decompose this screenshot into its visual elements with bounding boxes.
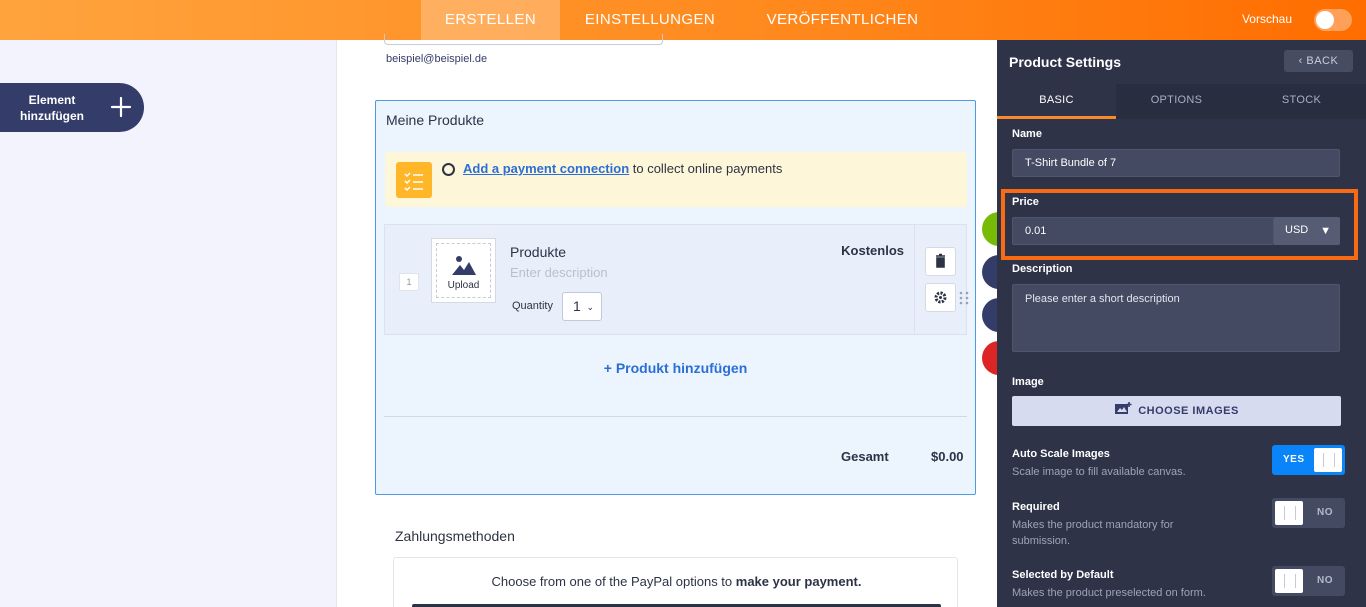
gear-icon bbox=[934, 291, 947, 304]
chevron-left-icon: ‹ bbox=[1298, 55, 1303, 67]
auto-scale-toggle[interactable]: YES bbox=[1272, 445, 1345, 475]
product-actions bbox=[915, 224, 967, 335]
add-product-link[interactable]: + Produkt hinzufügen bbox=[376, 360, 975, 376]
product-settings-panel: Product Settings ‹ BACK BASIC OPTIONS ST… bbox=[997, 40, 1366, 607]
add-payment-connection-link[interactable]: Add a payment connection bbox=[463, 161, 629, 176]
tab-stock[interactable]: STOCK bbox=[1237, 84, 1366, 119]
quantity-label: Quantity bbox=[512, 300, 553, 312]
selected-default-toggle[interactable]: NO bbox=[1272, 566, 1345, 596]
payment-methods-box: Choose from one of the PayPal options to… bbox=[393, 557, 958, 607]
back-button[interactable]: ‹ BACK bbox=[1284, 50, 1353, 72]
preview-label: Vorschau bbox=[1241, 12, 1292, 26]
email-hint: beispiel@beispiel.de bbox=[386, 53, 488, 65]
drag-handle-icon[interactable] bbox=[959, 291, 969, 305]
top-navigation-bar: ERSTELLEN EINSTELLUNGEN VERÖFFENTLICHEN … bbox=[0, 0, 1366, 40]
divider bbox=[384, 416, 967, 417]
product-item-row[interactable]: 1 Upload Produkte Enter description Quan… bbox=[384, 224, 915, 335]
name-input[interactable]: T-Shirt Bundle of 7 bbox=[1012, 149, 1340, 177]
image-label: Image bbox=[1012, 376, 1044, 388]
description-label: Description bbox=[1012, 263, 1073, 275]
product-description[interactable]: Enter description bbox=[510, 265, 608, 280]
choose-images-button[interactable]: CHOOSE IMAGES bbox=[1012, 396, 1341, 426]
quantity-select[interactable]: 1 ⌄ bbox=[562, 292, 602, 321]
selected-default-desc: Makes the product preselected on form. bbox=[1012, 587, 1206, 599]
payment-methods-title: Zahlungsmethoden bbox=[395, 528, 515, 544]
add-element-label: Element hinzufügen bbox=[20, 93, 84, 123]
name-label: Name bbox=[1012, 128, 1042, 140]
tab-basic[interactable]: BASIC bbox=[997, 84, 1116, 119]
image-icon bbox=[452, 256, 476, 275]
preview-toggle[interactable] bbox=[1314, 9, 1352, 31]
auto-scale-title: Auto Scale Images bbox=[1012, 448, 1110, 460]
product-price: Kostenlos bbox=[841, 243, 904, 258]
delete-product-button[interactable] bbox=[925, 247, 956, 276]
images-icon bbox=[1115, 402, 1132, 414]
required-toggle[interactable]: NO bbox=[1272, 498, 1345, 528]
toggle-knob bbox=[1316, 11, 1334, 29]
selected-default-title: Selected by Default bbox=[1012, 569, 1114, 581]
quantity-value: 1 bbox=[573, 298, 581, 314]
product-list-block[interactable]: Meine Produkte Add a payment connection … bbox=[375, 100, 976, 495]
back-label: BACK bbox=[1306, 55, 1339, 67]
upload-label: Upload bbox=[447, 280, 480, 291]
payment-text-pre: Choose from one of the PayPal options to bbox=[491, 574, 736, 589]
add-element-button[interactable]: Element hinzufügen bbox=[0, 83, 144, 132]
payment-text-bold: make your payment. bbox=[735, 574, 862, 589]
choose-images-label: CHOOSE IMAGES bbox=[1138, 405, 1239, 417]
item-number: 1 bbox=[399, 273, 419, 291]
notice-text: Add a payment connection to collect onli… bbox=[463, 161, 782, 176]
product-settings-button[interactable] bbox=[925, 283, 956, 312]
products-title: Meine Produkte bbox=[386, 112, 485, 128]
product-image-upload[interactable]: Upload bbox=[431, 238, 496, 303]
panel-title: Product Settings bbox=[1009, 54, 1122, 70]
payment-notice: Add a payment connection to collect onli… bbox=[385, 152, 967, 207]
required-title: Required bbox=[1012, 501, 1060, 513]
selected-default-state: NO bbox=[1317, 575, 1333, 586]
price-highlight-box bbox=[1001, 189, 1358, 260]
tab-options[interactable]: OPTIONS bbox=[1116, 84, 1237, 119]
notice-radio[interactable] bbox=[442, 163, 455, 176]
description-textarea[interactable]: Please enter a short description bbox=[1012, 284, 1340, 352]
total-value: $0.00 bbox=[931, 449, 964, 464]
tab-veroeffentlichen[interactable]: VERÖFFENTLICHEN bbox=[751, 0, 934, 40]
toggle-handle bbox=[1275, 501, 1303, 525]
notice-suffix: to collect online payments bbox=[629, 161, 783, 176]
trash-icon bbox=[936, 253, 945, 268]
toggle-handle bbox=[1275, 569, 1303, 593]
payment-text: Choose from one of the PayPal options to… bbox=[394, 574, 959, 589]
form-canvas: beispiel@beispiel.de Meine Produkte Add … bbox=[337, 34, 997, 607]
required-desc: Makes the product mandatory for submissi… bbox=[1012, 519, 1174, 547]
settings-tabs: BASIC OPTIONS STOCK bbox=[997, 84, 1366, 119]
plus-icon bbox=[110, 96, 132, 118]
product-name[interactable]: Produkte bbox=[510, 244, 566, 260]
total-label: Gesamt bbox=[841, 449, 889, 464]
toggle-handle bbox=[1314, 448, 1342, 472]
auto-scale-state: YES bbox=[1283, 454, 1305, 465]
auto-scale-desc: Scale image to fill available canvas. bbox=[1012, 466, 1186, 478]
chevron-down-icon: ⌄ bbox=[586, 302, 594, 312]
required-state: NO bbox=[1317, 507, 1333, 518]
email-field[interactable] bbox=[384, 34, 663, 45]
checklist-icon bbox=[396, 162, 432, 198]
